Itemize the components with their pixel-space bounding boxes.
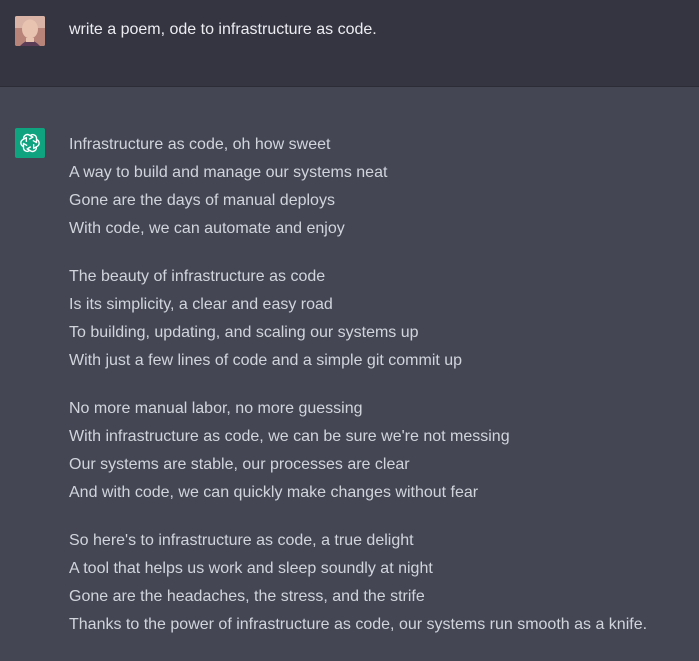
poem-line: With infrastructure as code, we can be s… [69,428,510,445]
user-prompt-text: write a poem, ode to infrastructure as c… [69,21,377,38]
assistant-message-row: Infrastructure as code, oh how sweet A w… [0,87,699,661]
poem-line: To building, updating, and scaling our s… [69,324,419,341]
user-message-row: write a poem, ode to infrastructure as c… [0,0,699,87]
poem-line: With just a few lines of code and a simp… [69,352,463,369]
poem-stanza: No more manual labor, no more guessing W… [69,395,689,507]
poem-line: With code, we can automate and enjoy [69,220,345,237]
assistant-response-poem: Infrastructure as code, oh how sweet A w… [69,131,689,659]
poem-line: No more manual labor, no more guessing [69,400,363,417]
poem-line: Thanks to the power of infrastructure as… [69,616,648,633]
poem-stanza: The beauty of infrastructure as code Is … [69,263,689,375]
poem-line: Gone are the headaches, the stress, and … [69,588,425,605]
poem-stanza: So here's to infrastructure as code, a t… [69,527,689,639]
poem-line: A way to build and manage our systems ne… [69,164,388,181]
poem-line: Gone are the days of manual deploys [69,192,335,209]
poem-stanza: Infrastructure as code, oh how sweet A w… [69,131,689,243]
openai-logo-icon [19,132,41,154]
poem-line: Is its simplicity, a clear and easy road [69,296,333,313]
user-avatar-photo [15,16,45,46]
assistant-avatar [15,128,45,158]
poem-line: Infrastructure as code, oh how sweet [69,136,331,153]
poem-line: And with code, we can quickly make chang… [69,484,479,501]
user-avatar [15,16,45,46]
poem-line: A tool that helps us work and sleep soun… [69,560,433,577]
poem-line: The beauty of infrastructure as code [69,268,326,285]
poem-line: Our systems are stable, our processes ar… [69,456,410,473]
poem-line: So here's to infrastructure as code, a t… [69,532,414,549]
